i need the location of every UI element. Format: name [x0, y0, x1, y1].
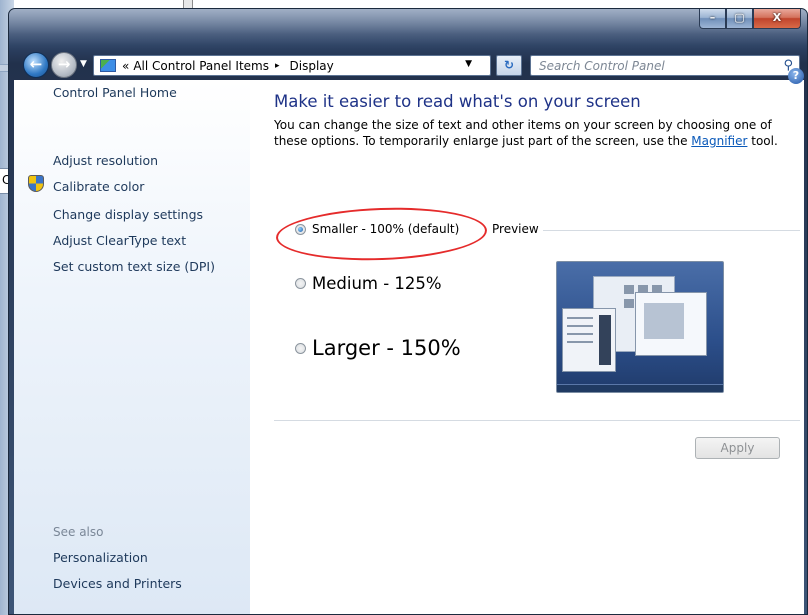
option-medium-125[interactable]: Medium - 125% — [295, 274, 442, 293]
section-divider — [274, 420, 800, 421]
breadcrumb-overflow-chevron[interactable]: « — [122, 59, 129, 73]
address-dropdown-icon[interactable]: ▼ — [465, 59, 472, 69]
option-larger-150[interactable]: Larger - 150% — [295, 336, 461, 360]
caption-buttons: – ▢ X — [699, 9, 801, 31]
preview-divider — [543, 230, 800, 231]
radio-smaller[interactable] — [295, 223, 306, 235]
preview-taskbar — [557, 384, 723, 392]
breadcrumb-all-control-panel-items[interactable]: All Control Panel Items — [133, 59, 269, 73]
preview-label: Preview — [492, 222, 539, 236]
breadcrumb-separator-icon[interactable]: ▸ — [275, 61, 280, 71]
preview-window-icon — [562, 308, 616, 372]
radio-medium[interactable] — [295, 278, 306, 289]
magnifier-link[interactable]: Magnifier — [691, 134, 747, 148]
minimize-button[interactable]: – — [699, 9, 726, 29]
description-text-end: tool. — [747, 134, 778, 148]
sidebar-item-set-custom-text-size[interactable]: Set custom text size (DPI) — [53, 259, 215, 274]
sidebar-item-adjust-cleartype-text[interactable]: Adjust ClearType text — [53, 233, 186, 248]
see-also-heading: See also — [53, 525, 104, 539]
option-larger-label: Larger - 150% — [312, 336, 461, 360]
sidebar-item-devices-and-printers[interactable]: Devices and Printers — [53, 576, 182, 591]
sidebar-item-personalization[interactable]: Personalization — [53, 550, 148, 565]
page-description: You can change the size of text and othe… — [274, 117, 789, 149]
maximize-button[interactable]: ▢ — [726, 9, 753, 29]
preview-window-icon — [635, 292, 707, 356]
option-smaller-100[interactable]: Smaller - 100% (default) — [295, 222, 459, 236]
main-content: ? Make it easier to read what's on your … — [250, 68, 804, 614]
display-control-panel-window: – ▢ X ← → ▼ « All Control Panel Items ▸ … — [8, 8, 808, 615]
recent-pages-dropdown-icon[interactable]: ▼ — [80, 59, 87, 69]
title-bar — [9, 9, 807, 51]
option-smaller-label: Smaller - 100% (default) — [312, 222, 460, 236]
search-input[interactable]: Search Control Panel ⚲ — [530, 55, 800, 76]
preview-image — [556, 261, 724, 393]
forward-arrow-icon[interactable]: → — [51, 52, 77, 78]
sidebar-item-change-display-settings[interactable]: Change display settings — [53, 207, 203, 222]
sidebar-item-calibrate-color[interactable]: Calibrate color — [53, 179, 144, 194]
refresh-icon[interactable]: ↻ — [496, 55, 522, 76]
breadcrumb-display[interactable]: Display — [290, 59, 334, 73]
page-title: Make it easier to read what's on your sc… — [274, 92, 641, 111]
apply-button[interactable]: Apply — [695, 437, 780, 459]
address-bar[interactable]: « All Control Panel Items ▸ Display ▼ — [93, 55, 491, 76]
sidebar-item-adjust-resolution[interactable]: Adjust resolution — [53, 153, 158, 168]
search-placeholder: Search Control Panel — [539, 59, 665, 73]
option-medium-label: Medium - 125% — [312, 274, 442, 293]
control-panel-icon — [100, 59, 116, 72]
navigation-bar: ← → ▼ « All Control Panel Items ▸ Displa… — [9, 51, 807, 79]
back-arrow-icon[interactable]: ← — [23, 52, 49, 78]
radio-larger[interactable] — [295, 342, 306, 354]
sidebar-item-control-panel-home[interactable]: Control Panel Home — [53, 85, 177, 100]
help-icon[interactable]: ? — [788, 68, 804, 84]
shield-icon — [28, 175, 44, 192]
sidebar: Control Panel Home Adjust resolution Cal… — [14, 80, 250, 614]
close-button[interactable]: X — [753, 9, 801, 29]
